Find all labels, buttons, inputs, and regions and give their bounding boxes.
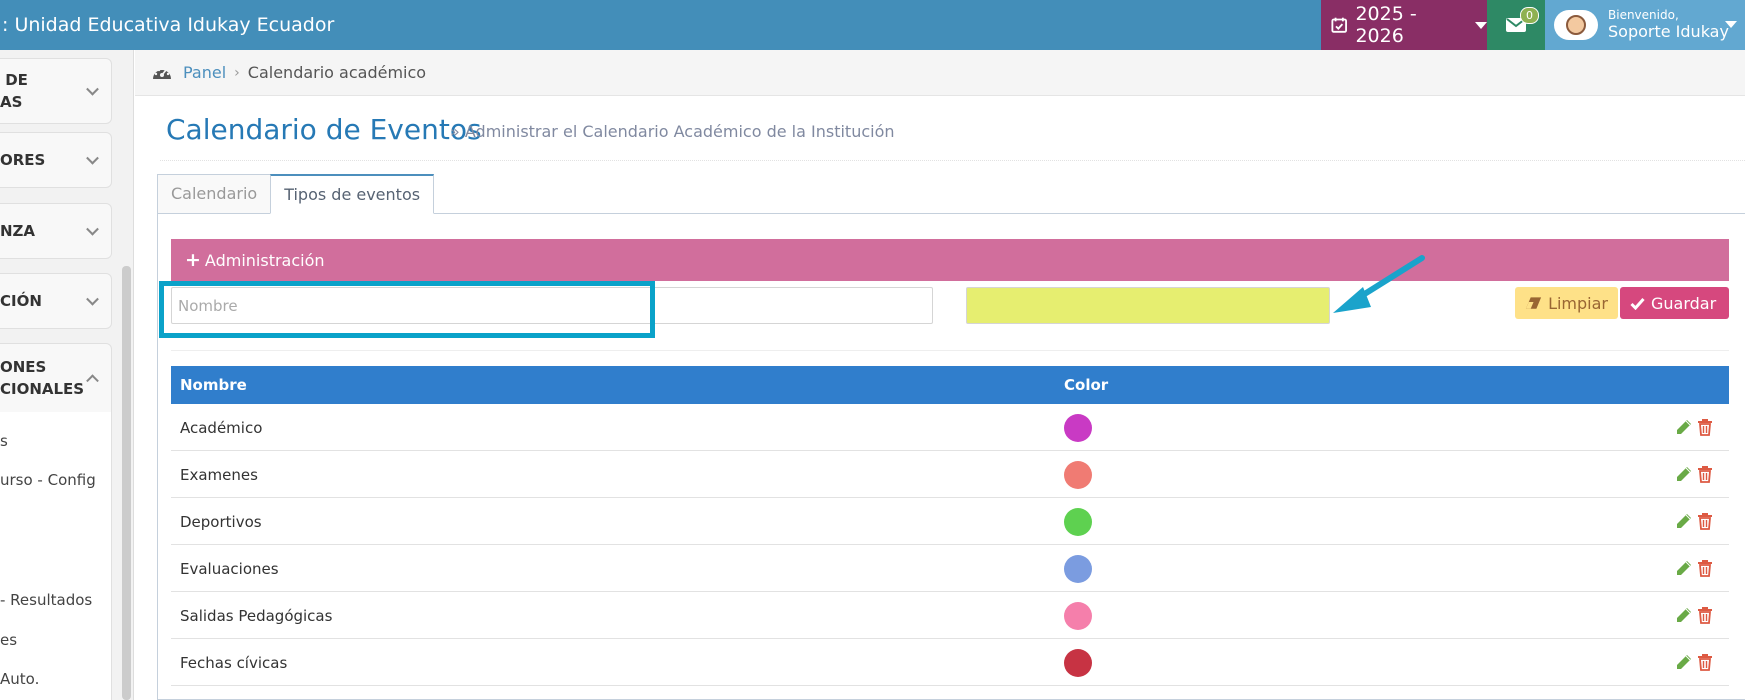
sidebar-item-label: CIÓN	[0, 292, 42, 310]
chevron-down-icon	[86, 82, 99, 96]
tab-tipos-de-eventos[interactable]: Tipos de eventos	[270, 174, 435, 214]
caret-down-icon	[1725, 21, 1737, 28]
sidebar-item-label: NZA	[0, 222, 36, 240]
event-type-name: Salidas Pedagógicas	[180, 607, 333, 625]
color-picker-input[interactable]	[966, 287, 1330, 324]
pencil-icon[interactable]	[1675, 465, 1693, 483]
page-title: Calendario de Eventos	[166, 113, 482, 146]
trash-icon[interactable]	[1697, 512, 1713, 530]
table-row: Deportivos	[171, 498, 1729, 545]
sidebar: DE AS ORES NZA CIÓN ONES CIONALES s urso…	[0, 50, 134, 700]
school-year-label: 2025 - 2026	[1355, 3, 1417, 47]
trash-icon[interactable]	[1697, 559, 1713, 577]
avatar	[1554, 10, 1598, 40]
check-icon	[1630, 297, 1645, 310]
color-swatch	[1064, 414, 1092, 442]
save-button[interactable]: Guardar	[1620, 287, 1729, 319]
trash-icon[interactable]	[1697, 418, 1713, 436]
sidebar-item-label: ONES CIONALES	[0, 358, 85, 398]
table-row: Fechas cívicas	[171, 639, 1729, 686]
clear-button-label: Limpiar	[1548, 293, 1608, 313]
trash-icon[interactable]	[1697, 465, 1713, 483]
sidebar-item-label: ORES	[0, 151, 46, 169]
submenu-item[interactable]: urso - Config	[0, 471, 96, 489]
color-swatch	[1064, 461, 1092, 489]
tab-calendario[interactable]: Calendario	[157, 174, 272, 214]
table-row: Académico	[171, 404, 1729, 451]
sidebar-item-label: DE AS	[0, 71, 28, 111]
pencil-icon[interactable]	[1675, 559, 1693, 577]
event-type-name: Deportivos	[180, 513, 262, 531]
administration-label: Administración	[204, 250, 325, 270]
event-type-name: Examenes	[180, 466, 258, 484]
color-swatch	[1064, 555, 1092, 583]
name-input[interactable]	[171, 287, 933, 324]
pencil-icon[interactable]	[1675, 512, 1693, 530]
sidebar-item-4[interactable]: CIÓN	[0, 273, 112, 329]
user-face-icon	[1566, 15, 1586, 35]
column-header-nombre: Nombre	[180, 376, 247, 394]
color-swatch	[1064, 649, 1092, 677]
clear-button[interactable]: Limpiar	[1515, 287, 1618, 319]
sidebar-item-5[interactable]: ONES CIONALES	[0, 343, 112, 413]
submenu-item[interactable]: s	[0, 432, 8, 450]
caret-down-icon	[1475, 21, 1487, 29]
school-year-selector[interactable]: 2025 - 2026	[1321, 0, 1487, 50]
chevron-right-icon: ›	[234, 64, 240, 81]
calendar-check-icon	[1331, 17, 1347, 33]
color-swatch	[1064, 508, 1092, 536]
trash-icon[interactable]	[1697, 653, 1713, 671]
table-header: Nombre Color	[171, 366, 1729, 404]
breadcrumb-current: Calendario académico	[247, 63, 427, 82]
table-row: Salidas Pedagógicas	[171, 592, 1729, 639]
dashboard-icon	[153, 68, 171, 79]
page-subtitle: » Administrar el Calendario Académico de…	[450, 122, 895, 141]
pencil-icon[interactable]	[1675, 606, 1693, 624]
save-button-label: Guardar	[1651, 293, 1717, 313]
sidebar-submenu: s urso - Config - Resultados es Auto.	[0, 412, 112, 700]
column-header-color: Color	[1064, 376, 1109, 394]
chevron-down-icon	[86, 292, 99, 306]
table-row: Evaluaciones	[171, 545, 1729, 592]
arrow-annotation-icon	[1333, 255, 1425, 313]
table-row: Examenes	[171, 451, 1729, 498]
user-menu[interactable]: Bienvenido, Soporte Idukay	[1545, 0, 1745, 50]
event-type-name: Académico	[180, 419, 263, 437]
pencil-icon[interactable]	[1675, 653, 1693, 671]
submenu-item[interactable]: - Resultados	[0, 591, 92, 609]
breadcrumb: Panel › Calendario académico	[135, 50, 1745, 96]
welcome-text: Bienvenido,	[1608, 7, 1679, 22]
sidebar-scrollbar[interactable]	[122, 266, 131, 700]
page-header: Calendario de Eventos » Administrar el C…	[160, 96, 1745, 161]
sidebar-item-1[interactable]: DE AS	[0, 58, 112, 124]
event-type-name: Fechas cívicas	[180, 654, 288, 672]
chevron-down-icon	[86, 151, 99, 165]
plus-icon: +	[185, 249, 201, 271]
top-navbar: : Unidad Educativa Idukay Ecuador 2025 -…	[0, 0, 1745, 50]
messages-button[interactable]: 0	[1487, 0, 1545, 50]
user-name: Soporte Idukay	[1608, 21, 1729, 41]
submenu-item[interactable]: Auto.	[0, 670, 39, 688]
eraser-icon	[1525, 297, 1542, 309]
event-types-table: Nombre Color Académico Examenes Deportivos…	[171, 366, 1729, 686]
breadcrumb-home-link[interactable]: Panel	[183, 63, 226, 82]
administration-toggle[interactable]: + Administración	[171, 239, 1729, 281]
school-name[interactable]: : Unidad Educativa Idukay Ecuador	[0, 0, 334, 50]
pencil-icon[interactable]	[1675, 418, 1693, 436]
submenu-item[interactable]: es	[0, 631, 17, 649]
sidebar-item-2[interactable]: ORES	[0, 132, 112, 188]
tabs: Calendario Tipos de eventos	[157, 174, 435, 214]
event-type-name: Evaluaciones	[180, 560, 279, 578]
color-swatch	[1064, 602, 1092, 630]
chevron-up-icon	[86, 374, 99, 388]
messages-count-badge: 0	[1520, 7, 1539, 24]
chevron-down-icon	[86, 222, 99, 236]
trash-icon[interactable]	[1697, 606, 1713, 624]
sidebar-item-3[interactable]: NZA	[0, 203, 112, 259]
